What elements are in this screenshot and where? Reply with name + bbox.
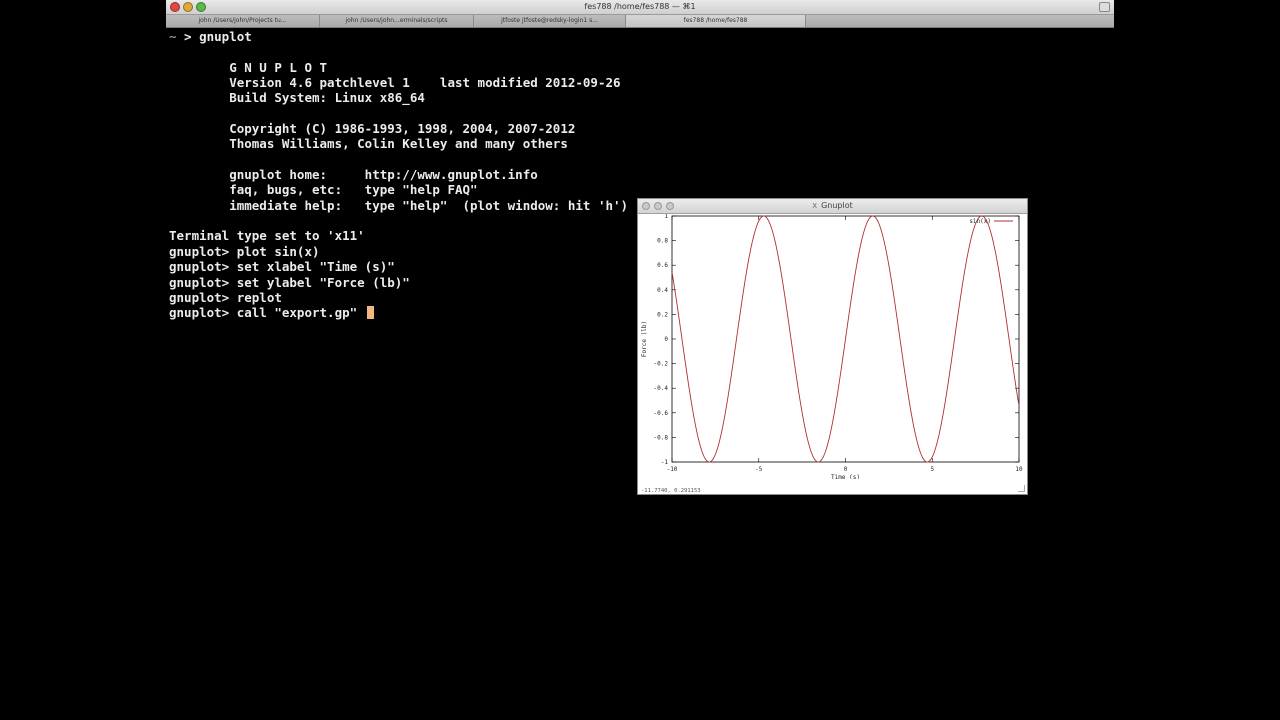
terminal-line: Copyright (C) 1986-1993, 1998, 2004, 200… xyxy=(169,121,628,136)
y-tick-label: 0.2 xyxy=(657,311,668,318)
terminal-text: gnuplot> call "export.gp" xyxy=(169,305,365,321)
prompt-tilde: ~ xyxy=(169,29,177,44)
terminal-text: Thomas Williams, Colin Kelley and many o… xyxy=(169,136,568,152)
terminal-line: gnuplot> set xlabel "Time (s)" xyxy=(169,259,628,274)
x-tick-label: -5 xyxy=(755,466,763,473)
terminal-line: Version 4.6 patchlevel 1 last modified 2… xyxy=(169,75,628,90)
y-tick-label: -0.2 xyxy=(654,361,669,368)
terminal-line: ~ > gnuplot xyxy=(169,29,628,44)
terminal-output[interactable]: ~ > gnuplot G N U P L O T Version 4.6 pa… xyxy=(169,29,628,321)
terminal-line: immediate help: type "help" (plot window… xyxy=(169,198,628,213)
y-tick-label: -0.4 xyxy=(654,385,669,392)
terminal-text: Terminal type set to 'x11' xyxy=(169,228,365,244)
terminal-line: gnuplot> plot sin(x) xyxy=(169,244,628,259)
gnuplot-window[interactable]: X Gnuplot -10 -5 0 5 10 -1 -0.8 -0.6 -0.4 -0.2 0 0.2… xyxy=(637,198,1028,495)
sine-plot[interactable]: -10 -5 0 5 10 -1 -0.8 -0.6 -0.4 -0.2 0 0.2 0.4 0.6 0.8… xyxy=(638,214,1027,479)
terminal-text: Version 4.6 patchlevel 1 last modified 2… xyxy=(169,75,621,91)
tab-jtfoste-redsky[interactable]: jtfoste jtfoste@redsky-login1 s... xyxy=(474,15,626,27)
tab-john-projects[interactable]: john /Users/john/Projects tu... xyxy=(166,15,320,27)
x-axis-label: Time (s) xyxy=(831,474,860,479)
gnuplot-title-text: Gnuplot xyxy=(821,201,853,210)
x-tick-label: 5 xyxy=(930,466,934,473)
terminal-text: > gnuplot xyxy=(176,29,252,44)
y-tick-label: 0.8 xyxy=(657,238,668,245)
terminal-text: immediate help: type "help" (plot window… xyxy=(169,197,629,213)
fullscreen-icon[interactable] xyxy=(1099,2,1110,12)
terminal-line: Terminal type set to 'x11' xyxy=(169,228,628,243)
terminal-line: gnuplot> replot xyxy=(169,290,628,305)
tab-john-scripts[interactable]: john /Users/john...erminals/scripts xyxy=(320,15,474,27)
terminal-text: G N U P L O T xyxy=(169,59,328,75)
tab-bar: john /Users/john/Projects tu... john /Us… xyxy=(166,15,1114,28)
y-tick-label: 0.4 xyxy=(657,287,668,294)
y-tick-label: -0.6 xyxy=(654,410,669,417)
window-titlebar[interactable]: fes788 /home/fes788 — ⌘1 xyxy=(166,0,1114,15)
y-tick-label: -1 xyxy=(661,459,669,466)
y-tick-label: 0 xyxy=(664,336,668,343)
window-title: fes788 /home/fes788 — ⌘1 xyxy=(584,2,696,11)
coordinate-readout: -11.7740, 0.291153 xyxy=(641,488,701,494)
terminal-text: gnuplot> set ylabel "Force (lb)" xyxy=(169,274,410,290)
y-tick-label: 1 xyxy=(664,214,668,220)
x-tick-label: 10 xyxy=(1015,466,1023,473)
terminal-text: Copyright (C) 1986-1993, 1998, 2004, 200… xyxy=(169,121,576,137)
resize-grip-icon[interactable] xyxy=(1018,485,1025,492)
legend-label: sin(x) xyxy=(969,218,991,225)
terminal-text: gnuplot home: http://www.gnuplot.info xyxy=(169,167,538,183)
x-tick-label: 0 xyxy=(844,466,848,473)
x-tick-label: -10 xyxy=(667,466,678,473)
terminal-line: gnuplot home: http://www.gnuplot.info xyxy=(169,167,628,182)
gnuplot-title: X Gnuplot xyxy=(638,199,1027,213)
terminal-line: gnuplot> set ylabel "Force (lb)" xyxy=(169,275,628,290)
terminal-line: Thomas Williams, Colin Kelley and many o… xyxy=(169,136,628,151)
terminal-line: Build System: Linux x86_64 xyxy=(169,90,628,105)
tab-fes788-home[interactable]: fes788 /home/fes788 xyxy=(626,15,806,27)
text-cursor xyxy=(366,306,374,320)
terminal-text: faq, bugs, etc: type "help FAQ" xyxy=(169,182,478,198)
y-axis-label: Force (lb) xyxy=(641,321,648,357)
x11-icon: X xyxy=(812,202,818,210)
terminal-text: gnuplot> set xlabel "Time (s)" xyxy=(169,259,395,275)
terminal-line: gnuplot> call "export.gp" xyxy=(169,305,628,320)
y-tick-label: 0.6 xyxy=(657,262,668,269)
terminal-text: gnuplot> replot xyxy=(169,289,282,305)
gnuplot-titlebar[interactable]: X Gnuplot xyxy=(638,199,1027,214)
terminal-text: Build System: Linux x86_64 xyxy=(169,90,425,106)
terminal-line: G N U P L O T xyxy=(169,60,628,75)
terminal-line: faq, bugs, etc: type "help FAQ" xyxy=(169,182,628,197)
terminal-text: gnuplot> plot sin(x) xyxy=(169,243,320,259)
y-tick-label: -0.8 xyxy=(654,434,669,441)
sine-curve-series xyxy=(671,215,1020,463)
